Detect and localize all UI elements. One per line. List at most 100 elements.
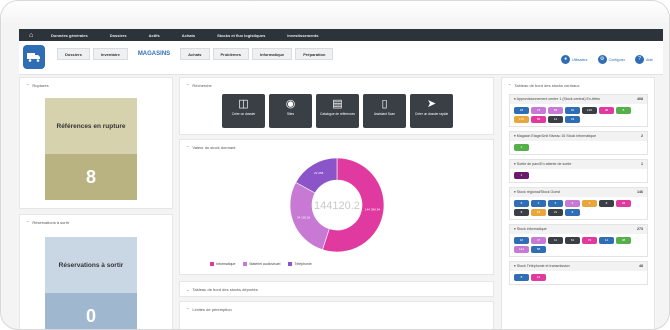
- stock-section: ▾ Stock régional/Stock Ouest 146 8 3 5 6 4 8 32 8…: [509, 187, 648, 220]
- chart-legend: Informatique Matériel audiovisuel Téléphon…: [210, 262, 312, 266]
- assistant-scan-button[interactable]: ▯ Assistant Scan: [363, 94, 406, 128]
- catalogue-button[interactable]: ▤ Catalogue de références: [316, 94, 359, 128]
- legend-item-1[interactable]: Matériel audiovisuel: [243, 262, 280, 266]
- home-icon[interactable]: ⌂: [29, 32, 37, 39]
- stock-chip[interactable]: 4: [582, 200, 597, 207]
- stock-section-header[interactable]: ▾ Stock informatique 273: [510, 225, 647, 234]
- stock-chip[interactable]: 12: [548, 116, 563, 123]
- stock-section-title: ▾ Approvisionnement centre 1 (Stock cent…: [514, 97, 600, 101]
- donut-slice-label-0: 144 396.94: [365, 208, 380, 212]
- stock-chip[interactable]: 8: [514, 209, 529, 216]
- stock-chips: 18 74 66 32 120 36 8 176 59 12 43: [510, 104, 647, 126]
- ruptures-title[interactable]: ⌃ Ruptures: [26, 83, 49, 88]
- legend-item-0[interactable]: Informatique: [210, 262, 235, 266]
- stock-chip[interactable]: 66: [548, 107, 563, 114]
- stock-chip[interactable]: 61: [565, 237, 580, 244]
- recherche-panel: ⌃ Recherche ◫ Créer un dossier ◉ Sites ▤ …: [179, 77, 494, 135]
- nav-stocks-flux[interactable]: Stocks et flux logistiques: [217, 33, 265, 38]
- nav-donnees-generales[interactable]: Données générales: [51, 33, 88, 38]
- stock-chip[interactable]: 16: [531, 209, 546, 216]
- tab-preparation[interactable]: Préparation: [295, 48, 334, 60]
- stock-chip[interactable]: 144: [514, 246, 529, 253]
- configurer-action[interactable]: ⚙ Configurer: [597, 55, 625, 64]
- stock-section-header[interactable]: ▾ Sortie de parc/En attente de sortie 1: [510, 160, 647, 169]
- stock-section-header[interactable]: ▾ Approvisionnement centre 1 (Stock cent…: [510, 95, 647, 104]
- legend-label: Téléphonie: [294, 262, 312, 266]
- stock-section-title: ▾ Stock informatique: [514, 227, 547, 231]
- reservations-tile[interactable]: Réservations à sortir 0: [45, 237, 137, 329]
- stock-section-title: ▾ Sortie de parc/En attente de sortie: [514, 162, 572, 166]
- stock-chip[interactable]: 47: [531, 237, 546, 244]
- recherche-title[interactable]: ⌃ Recherche: [186, 83, 212, 88]
- stock-chip[interactable]: 74: [531, 107, 546, 114]
- stock-section-count: 2: [641, 134, 643, 138]
- tab-inventaire[interactable]: Inventaire: [92, 48, 128, 60]
- stock-section-header[interactable]: ▾ Stock Téléphonie et transmission 48: [510, 262, 647, 271]
- nav-investissements[interactable]: Investissements: [287, 33, 318, 38]
- stock-chip[interactable]: 72: [582, 237, 597, 244]
- stock-chip[interactable]: 12: [531, 274, 546, 281]
- tab-problemes[interactable]: Problèmes: [212, 48, 249, 60]
- stock-chip[interactable]: 32: [565, 107, 580, 114]
- stock-chip[interactable]: 21: [548, 209, 563, 216]
- nav-dossiers[interactable]: Dossiers: [110, 33, 127, 38]
- limites-title[interactable]: ⌃ Limites de péremption: [186, 307, 232, 312]
- tab-informatique[interactable]: Informatique: [251, 48, 293, 60]
- nav-actifs[interactable]: Actifs: [149, 33, 160, 38]
- limites-panel: ⌃ Limites de péremption: [179, 301, 494, 329]
- truck-logo-icon[interactable]: [23, 45, 45, 69]
- reservations-count: 0: [45, 293, 137, 329]
- creer-dossier-button[interactable]: ◫ Créer un dossier: [222, 94, 265, 128]
- stock-section-header[interactable]: ▾ Stock régional/Stock Ouest 146: [510, 188, 647, 197]
- stock-chip[interactable]: 58: [531, 246, 546, 253]
- stock-chip[interactable]: 32: [616, 200, 631, 207]
- stock-chip[interactable]: 38: [616, 237, 631, 244]
- aide-action[interactable]: ? Aide: [634, 55, 653, 64]
- reservations-title[interactable]: ⌃ Réservations à sortir: [26, 220, 69, 225]
- stock-chip[interactable]: 8: [514, 200, 529, 207]
- legend-label: Matériel audiovisuel: [249, 262, 281, 266]
- stock-section-header[interactable]: ▾ Magasin Etage/Unit Niveau 16 Stock inf…: [510, 132, 647, 141]
- legend-swatch: [210, 262, 214, 266]
- utilisateur-label: Utilisateur: [572, 57, 588, 62]
- stock-section-count: 146: [637, 190, 643, 194]
- tab-magasins[interactable]: MAGASINS: [131, 48, 177, 60]
- stock-section-title: ▾ Stock Téléphonie et transmission: [514, 264, 570, 268]
- utilisateur-action[interactable]: ● Utilisateur: [561, 55, 588, 64]
- gear-icon: ⚙: [597, 55, 607, 64]
- stock-chip[interactable]: 8: [514, 274, 529, 281]
- stock-chip[interactable]: 8: [565, 209, 580, 216]
- ruptures-panel: ⌃ Ruptures Références en rupture 8: [19, 77, 173, 209]
- stock-chip[interactable]: 5: [548, 200, 563, 207]
- stock-chip[interactable]: 16: [514, 237, 529, 244]
- stock-chip[interactable]: 59: [531, 116, 546, 123]
- legend-item-2[interactable]: Téléphonie: [288, 262, 312, 266]
- creer-dossier-rapide-button[interactable]: ➤ Créer un dossier rapide: [410, 94, 453, 128]
- stock-chip[interactable]: 2: [514, 144, 529, 151]
- tab-achats[interactable]: Achats: [180, 48, 210, 60]
- stock-chip[interactable]: 6: [565, 200, 580, 207]
- stock-chip[interactable]: 8: [599, 200, 614, 207]
- stock-section-title: ▾ Magasin Etage/Unit Niveau 16 Stock inf…: [514, 134, 597, 138]
- header-actions: ● Utilisateur ⚙ Configurer ? Aide: [561, 55, 653, 64]
- stock-chip[interactable]: 3: [531, 200, 546, 207]
- stock-chip[interactable]: 176: [514, 116, 529, 123]
- deportes-title[interactable]: ⌄ Tableau de bord des stocks déportés: [186, 287, 258, 292]
- stock-chip[interactable]: 1: [514, 172, 529, 179]
- stock-section: ▾ Magasin Etage/Unit Niveau 16 Stock inf…: [509, 131, 648, 155]
- stock-chip[interactable]: 43: [565, 116, 580, 123]
- stock-chip[interactable]: 36: [599, 107, 614, 114]
- ruptures-tile[interactable]: Références en rupture 8: [45, 98, 137, 200]
- stock-dormant-donut-chart: 144 396.94 34 118.26 22 458 144120.2: [289, 157, 385, 253]
- stock-chip[interactable]: 18: [514, 107, 529, 114]
- stock-section: ▾ Stock Téléphonie et transmission 48 8 12: [509, 261, 648, 285]
- stock-chip[interactable]: 11: [548, 237, 563, 244]
- sites-button[interactable]: ◉ Sites: [269, 94, 312, 128]
- nav-achats[interactable]: Achats: [182, 33, 195, 38]
- tab-dossiers[interactable]: Dossiers: [57, 48, 90, 60]
- chevron-up-icon: ⌃: [186, 307, 190, 312]
- stock-chip[interactable]: 14: [599, 237, 614, 244]
- stocks-centraux-title[interactable]: ⌃ Tableau de bord des stocks centraux: [508, 83, 580, 88]
- stock-chip[interactable]: 8: [616, 107, 631, 114]
- stock-chip[interactable]: 120: [582, 107, 597, 114]
